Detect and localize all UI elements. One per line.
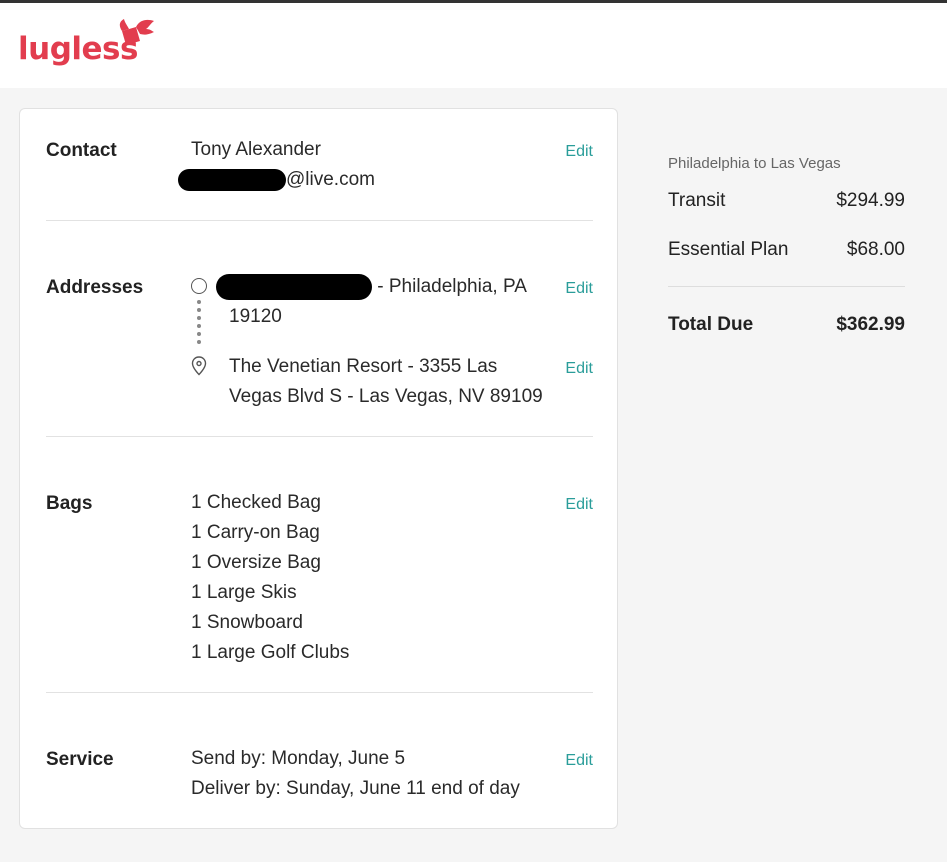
contact-email-domain: @live.com bbox=[286, 169, 375, 190]
bag-item: 1 Large Golf Clubs bbox=[191, 642, 350, 663]
contact-label: Contact bbox=[46, 140, 117, 161]
site-header: lugless bbox=[0, 3, 947, 88]
service-label: Service bbox=[46, 749, 114, 770]
bag-item: 1 Oversize Bag bbox=[191, 552, 321, 573]
destination-address-line2: Vegas Blvd S - Las Vegas, NV 89109 bbox=[229, 386, 543, 407]
total-label: Total Due bbox=[668, 314, 754, 335]
bag-item: 1 Large Skis bbox=[191, 582, 297, 603]
summary-line-plan: Essential Plan $68.00 bbox=[668, 239, 905, 261]
origin-circle-icon bbox=[191, 278, 207, 294]
route-title: Philadelphia to Las Vegas bbox=[668, 155, 841, 172]
origin-address-line1: - Philadelphia, PA bbox=[216, 272, 527, 302]
total-due-row: Total Due $362.99 bbox=[668, 314, 905, 336]
redacted-origin-street bbox=[216, 273, 372, 300]
line-label: Transit bbox=[668, 190, 726, 211]
deliver-by-date: Deliver by: Sunday, June 11 end of day bbox=[191, 778, 520, 799]
bags-edit-link[interactable]: Edit bbox=[565, 496, 593, 514]
destination-edit-link[interactable]: Edit bbox=[565, 360, 593, 378]
route-dots bbox=[197, 300, 201, 348]
summary-divider bbox=[668, 286, 905, 287]
origin-edit-link[interactable]: Edit bbox=[565, 280, 593, 298]
divider bbox=[46, 692, 593, 693]
line-label: Essential Plan bbox=[668, 239, 789, 260]
bag-item: 1 Carry-on Bag bbox=[191, 522, 320, 543]
order-details-card: Contact Tony Alexander @live.com Edit Ad… bbox=[19, 108, 618, 829]
redacted-email-user bbox=[178, 168, 286, 191]
divider bbox=[46, 220, 593, 221]
total-amount: $362.99 bbox=[836, 314, 905, 335]
destination-address-line1: The Venetian Resort - 3355 Las bbox=[229, 356, 498, 377]
origin-zip: 19120 bbox=[229, 306, 282, 327]
summary-line-transit: Transit $294.99 bbox=[668, 190, 905, 212]
addresses-section: Addresses - Philadelphia, PA 19120 The V… bbox=[46, 272, 593, 414]
winged-bag-icon bbox=[119, 19, 154, 45]
contact-name: Tony Alexander bbox=[191, 139, 321, 160]
contact-section: Contact Tony Alexander @live.com Edit bbox=[46, 137, 593, 227]
line-amount: $68.00 bbox=[846, 239, 905, 260]
send-by-date: Send by: Monday, June 5 bbox=[191, 748, 406, 769]
line-amount: $294.99 bbox=[836, 190, 905, 211]
contact-edit-link[interactable]: Edit bbox=[565, 143, 593, 161]
origin-city-state: - Philadelphia, PA bbox=[377, 276, 527, 297]
bag-item: 1 Snowboard bbox=[191, 612, 303, 633]
service-edit-link[interactable]: Edit bbox=[565, 752, 593, 770]
bag-item: 1 Checked Bag bbox=[191, 492, 321, 513]
contact-email: @live.com bbox=[178, 165, 375, 195]
bags-label: Bags bbox=[46, 493, 93, 514]
addresses-label: Addresses bbox=[46, 277, 144, 298]
service-section: Service Send by: Monday, June 5 Deliver … bbox=[46, 746, 593, 816]
destination-pin-icon bbox=[191, 356, 207, 376]
divider bbox=[46, 436, 593, 437]
bags-section: Bags 1 Checked Bag 1 Carry-on Bag 1 Over… bbox=[46, 490, 593, 680]
